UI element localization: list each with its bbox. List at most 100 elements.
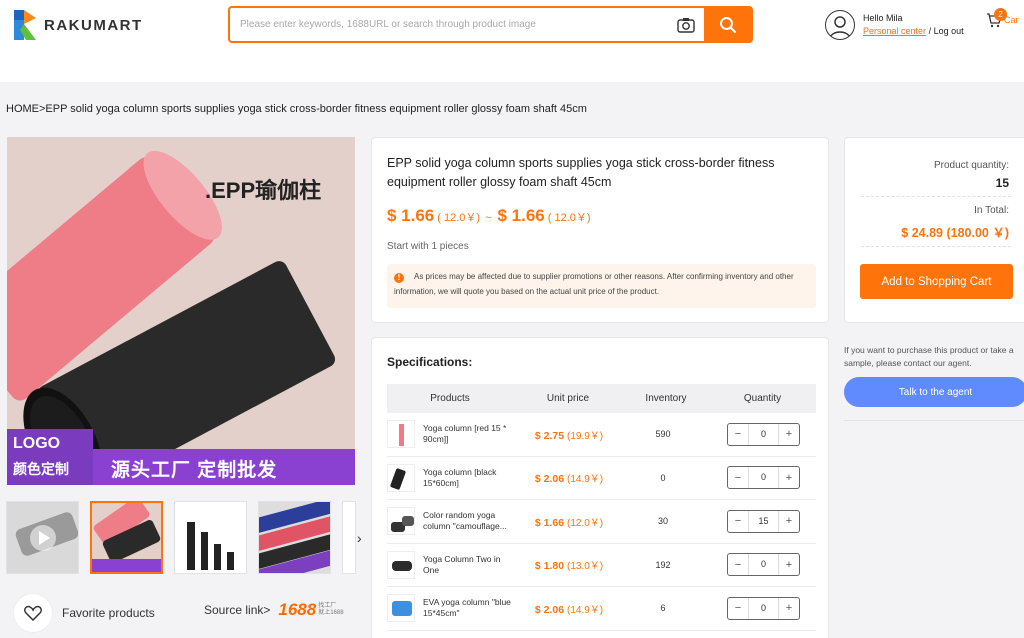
search-input[interactable] bbox=[230, 8, 668, 41]
inventory: 6 bbox=[660, 603, 666, 614]
spec-table-header: Products Unit price Inventory Quantity bbox=[387, 384, 816, 413]
talk-to-agent-button[interactable]: Talk to the agent bbox=[844, 377, 1024, 407]
variant-name: Yoga column [red 15 * 90cm]] bbox=[423, 423, 507, 445]
unit-price: $ 1.66 (12.0￥) bbox=[534, 516, 604, 529]
header-unit-price: Unit price bbox=[546, 393, 590, 404]
price-high: $ 1.66 bbox=[497, 206, 545, 225]
table-row: Yoga Column Two in One $ 1.80 (13.0￥) 19… bbox=[387, 544, 816, 587]
quantity-stepper: −0 + bbox=[727, 553, 800, 577]
order-summary-card: Product quantity: 15 In Total: $ 24.89 (… bbox=[844, 137, 1024, 323]
divider bbox=[844, 420, 1024, 421]
quantity-input[interactable]: 0 bbox=[748, 423, 779, 445]
specifications-card: Specifications: Products Unit price Inve… bbox=[371, 337, 829, 638]
table-row: Yoga column [black 15*60cm] $ 2.06 (14.9… bbox=[387, 457, 816, 500]
header-products: Products bbox=[430, 393, 470, 404]
variant-thumbnail[interactable] bbox=[387, 507, 415, 536]
table-row: Color random yoga column "camouflage... … bbox=[387, 500, 816, 544]
top-header: RAKUMART Hello Mila Personal center / Lo… bbox=[0, 0, 1024, 82]
plus-button[interactable]: + bbox=[779, 424, 799, 445]
price-low-cny: ( 12.0￥) bbox=[437, 212, 481, 224]
thumbnail-partial[interactable] bbox=[342, 501, 356, 574]
table-row: Yoga column [red 15 * 90cm]] $ 2.75 (19.… bbox=[387, 413, 816, 457]
variant-thumbnail[interactable] bbox=[387, 594, 415, 623]
total-label: In Total: bbox=[974, 205, 1009, 216]
link-separator: / bbox=[928, 26, 932, 36]
plus-button[interactable]: + bbox=[779, 511, 799, 532]
quantity-input[interactable]: 15 bbox=[748, 510, 779, 532]
divider bbox=[861, 246, 1011, 247]
minus-button[interactable]: − bbox=[728, 511, 748, 532]
favorite-label: Favorite products bbox=[62, 606, 155, 620]
favorite-products[interactable]: Favorite products bbox=[14, 594, 155, 632]
total-value: $ 24.89 (180.00 ￥) bbox=[901, 226, 1009, 240]
thumbnail-strip bbox=[6, 501, 356, 574]
unit-price: $ 2.06 (14.9￥) bbox=[534, 603, 604, 616]
warning-icon: ! bbox=[394, 273, 404, 283]
price-range: $ 1.66 ( 12.0￥) ~ $ 1.66 ( 12.0￥) bbox=[387, 206, 596, 226]
quantity-input[interactable]: 0 bbox=[748, 597, 779, 619]
table-row: EVA yoga column "blue 15*45cm" $ 2.06 (1… bbox=[387, 587, 816, 631]
variant-name: Yoga Column Two in One bbox=[423, 553, 501, 575]
brand-name: RAKUMART bbox=[44, 16, 143, 34]
personal-center-link[interactable]: Personal center bbox=[863, 26, 926, 36]
source-1688-logo: 1688 bbox=[278, 600, 317, 619]
inventory: 192 bbox=[655, 559, 671, 570]
agent-contact-text: If you want to purchase this product or … bbox=[844, 345, 1014, 368]
thumbnail-colors[interactable] bbox=[258, 501, 331, 574]
logout-link[interactable]: Log out bbox=[934, 26, 964, 36]
minus-button[interactable]: − bbox=[728, 424, 748, 445]
notice-text: As prices may be affected due to supplie… bbox=[394, 272, 794, 296]
brand-logo[interactable]: RAKUMART bbox=[12, 8, 143, 42]
thumbnail-selected[interactable] bbox=[90, 501, 163, 574]
heart-icon bbox=[14, 594, 52, 632]
main-product-image[interactable]: .EPP瑜伽柱 LOGO 颜色定制 源头工厂 定制批发 bbox=[7, 137, 355, 485]
add-to-cart-button[interactable]: Add to Shopping Cart bbox=[860, 264, 1013, 299]
camera-icon[interactable] bbox=[668, 8, 704, 41]
quantity-stepper: −0 + bbox=[727, 422, 800, 446]
breadcrumb[interactable]: HOME>EPP solid yoga column sports suppli… bbox=[6, 103, 587, 115]
variant-thumbnail[interactable] bbox=[387, 550, 415, 579]
quantity-input[interactable]: 0 bbox=[748, 554, 779, 576]
quantity-stepper: −0 + bbox=[727, 596, 800, 620]
minus-button[interactable]: − bbox=[728, 467, 748, 488]
product-quantity-value: 15 bbox=[995, 176, 1009, 190]
user-links: Hello Mila Personal center / Log out bbox=[863, 12, 964, 38]
specifications-title: Specifications: bbox=[387, 355, 473, 369]
unit-price: $ 2.75 (19.9￥) bbox=[534, 429, 604, 442]
plus-button[interactable]: + bbox=[779, 598, 799, 619]
price-notice: ! As prices may be affected due to suppli… bbox=[387, 264, 816, 308]
rakumart-logo-icon bbox=[12, 8, 38, 42]
variant-name: Color random yoga column "camouflage... bbox=[423, 510, 507, 532]
search-bar bbox=[228, 6, 753, 43]
user-menu: Hello Mila Personal center / Log out bbox=[825, 10, 964, 40]
plus-button[interactable]: + bbox=[779, 554, 799, 575]
thumbnail-product-set[interactable] bbox=[174, 501, 247, 574]
minus-button[interactable]: − bbox=[728, 598, 748, 619]
unit-price: $ 1.80 (13.0￥) bbox=[534, 560, 604, 573]
image-banner-text: 源头工厂 定制批发 bbox=[111, 460, 278, 481]
variant-thumbnail[interactable] bbox=[387, 463, 415, 492]
inventory: 0 bbox=[660, 472, 666, 483]
plus-button[interactable]: + bbox=[779, 467, 799, 488]
cart-link[interactable]: 2 Car bbox=[986, 8, 1019, 28]
source-1688-tagline: 找工厂 就上1688 bbox=[318, 603, 344, 616]
search-icon bbox=[720, 16, 737, 33]
thumbnail-video[interactable] bbox=[6, 501, 79, 574]
price-low: $ 1.66 bbox=[387, 206, 435, 225]
quantity-stepper: −0 + bbox=[727, 466, 800, 490]
minimum-order: Start with 1 pieces bbox=[387, 241, 469, 252]
product-title: EPP solid yoga column sports supplies yo… bbox=[387, 156, 775, 189]
inventory: 590 bbox=[655, 429, 671, 440]
image-logo-sub: 颜色定制 bbox=[13, 461, 69, 477]
variant-thumbnail[interactable] bbox=[387, 420, 415, 449]
search-button[interactable] bbox=[704, 7, 752, 42]
thumbnail-next-arrow[interactable]: › bbox=[357, 530, 362, 546]
variant-name: Yoga column [black 15*60cm] bbox=[423, 466, 497, 488]
source-link[interactable]: Source link> 1688 找工厂 就上1688 bbox=[204, 600, 350, 620]
image-overlay-title: .EPP瑜伽柱 bbox=[205, 178, 322, 203]
spec-rows: Yoga column [red 15 * 90cm]] $ 2.75 (19.… bbox=[387, 413, 816, 631]
avatar[interactable] bbox=[825, 10, 855, 40]
cart-count-badge: 2 bbox=[994, 8, 1007, 21]
minus-button[interactable]: − bbox=[728, 554, 748, 575]
quantity-input[interactable]: 0 bbox=[748, 467, 779, 489]
